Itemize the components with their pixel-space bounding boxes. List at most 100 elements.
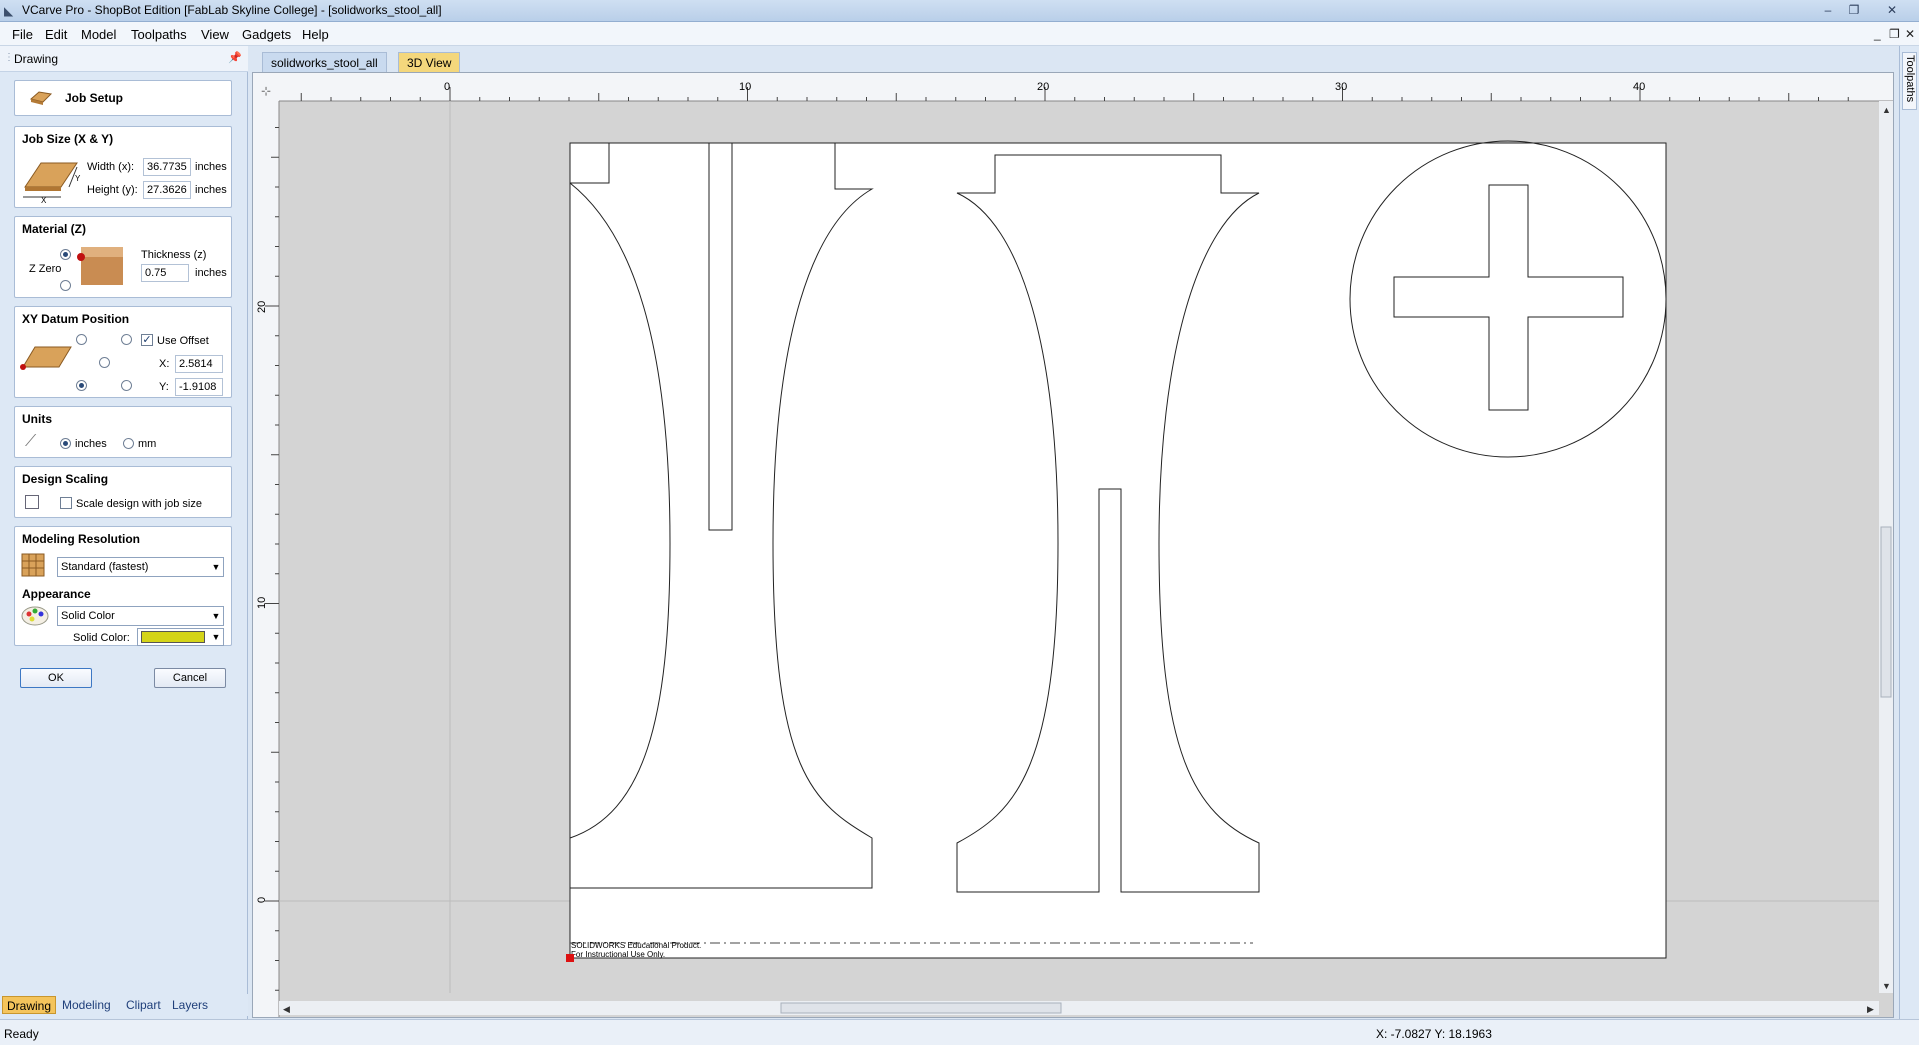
appearance-select[interactable]: Solid Color ▼ (57, 606, 224, 626)
ruler-label-40: 40 (1633, 81, 1645, 93)
units-title: Units (22, 412, 52, 426)
panel-tabs: Drawing Modeling Clipart Layers (0, 994, 248, 1016)
palette-icon (21, 606, 49, 626)
units-inches-radio[interactable] (60, 438, 71, 449)
menu-file[interactable]: File (12, 27, 33, 42)
datum-origin-marker (566, 954, 574, 962)
appearance-selected: Solid Color (61, 610, 115, 622)
offset-y-label: Y: (159, 381, 169, 393)
tab-3d-view[interactable]: 3D View (398, 52, 461, 72)
scaling-title: Design Scaling (22, 472, 109, 486)
datum-top-left-radio[interactable] (76, 334, 87, 345)
solid-color-label: Solid Color: (73, 632, 130, 644)
drawing-panel: ⋮ Drawing 📌 Job Setup Job Size (X & Y) X… (0, 46, 248, 1019)
horizontal-scroll-thumb[interactable] (780, 1002, 1062, 1014)
menu-view[interactable]: View (201, 27, 229, 42)
job-size-section: Job Size (X & Y) X Y Width (x): 36.7735 … (14, 126, 232, 208)
job-setup-title: Job Setup (65, 91, 124, 105)
offset-y-input[interactable]: -1.9108 (175, 378, 223, 396)
maximize-icon[interactable]: ❐ (1842, 2, 1866, 19)
resolution-title: Modeling Resolution (22, 532, 140, 546)
units-mm-label: mm (138, 438, 157, 450)
scroll-right-icon[interactable]: ▶ (1867, 1004, 1874, 1014)
scaling-section: Design Scaling Scale design with job siz… (14, 466, 232, 518)
vertical-scroll-thumb[interactable] (1880, 526, 1892, 698)
scale-design-label: Scale design with job size (76, 498, 202, 510)
tab-clipart[interactable]: Clipart (122, 996, 165, 1014)
app-icon: ◣ (4, 4, 14, 18)
close-icon[interactable]: ✕ (1880, 2, 1904, 19)
thickness-input[interactable]: 0.75 (141, 264, 189, 282)
scroll-down-icon[interactable]: ▼ (1882, 981, 1891, 991)
watermark-line-2: For Instructional Use Only. (571, 950, 665, 959)
use-offset-label: Use Offset (157, 335, 209, 347)
menu-model[interactable]: Model (81, 27, 116, 42)
resolution-selected: Standard (fastest) (61, 561, 149, 573)
datum-bottom-right-radio[interactable] (121, 380, 132, 391)
drawing-viewport[interactable]: 0 10 20 30 40 20 10 0 ⊹ SOLIDWORKS Educa… (252, 72, 1894, 1018)
ok-button[interactable]: OK (20, 668, 92, 688)
mdi-restore-icon[interactable]: ❐ (1889, 27, 1900, 41)
appearance-title: Appearance (22, 587, 91, 601)
material-thickness-icon (77, 247, 123, 285)
ruler-label-v10: 10 (256, 597, 268, 609)
width-label: Width (x): (87, 161, 135, 173)
ruler-label-0: 0 (444, 81, 450, 93)
menu-edit[interactable]: Edit (45, 27, 67, 42)
cancel-button[interactable]: Cancel (154, 668, 226, 688)
job-size-icon: X Y (23, 162, 81, 203)
zzero-top-radio[interactable] (60, 249, 71, 260)
mdi-close-icon[interactable]: ✕ (1905, 27, 1915, 41)
grip-icon: ⋮ (4, 52, 14, 63)
units-inches-label: inches (75, 438, 107, 450)
menu-help[interactable]: Help (302, 27, 329, 42)
toolpaths-tab-label: Toolpaths (1904, 55, 1916, 103)
job-setup-header: Job Setup (14, 80, 232, 116)
scroll-up-icon[interactable]: ▲ (1882, 105, 1891, 115)
tab-document[interactable]: solidworks_stool_all (262, 52, 387, 72)
mdi-minimize-icon[interactable]: _ (1874, 27, 1881, 41)
units-section: Units ⟋ inches mm (14, 406, 232, 458)
use-offset-checkbox[interactable]: ✓ (141, 334, 153, 346)
scale-design-checkbox[interactable] (60, 497, 72, 509)
horizontal-scrollbar[interactable] (279, 1001, 1879, 1015)
tab-modeling[interactable]: Modeling (58, 996, 115, 1014)
ruler-label-20: 20 (1037, 81, 1049, 93)
thickness-unit: inches (195, 267, 227, 279)
tab-drawing[interactable]: Drawing (2, 996, 57, 1014)
tab-toolpaths[interactable]: Toolpaths (1902, 52, 1917, 110)
zzero-bottom-radio[interactable] (60, 280, 71, 291)
datum-top-right-radio[interactable] (121, 334, 132, 345)
offset-x-label: X: (159, 358, 170, 370)
resolution-grid-icon (21, 553, 45, 577)
datum-bottom-left-radio[interactable] (76, 380, 87, 391)
watermark-line-1: SOLIDWORKS Educational Product. (571, 941, 701, 950)
toolpaths-strip: Toolpaths (1899, 46, 1919, 1019)
height-input[interactable]: 27.3626 (143, 181, 191, 199)
ruler-icon: ⟋ (25, 433, 37, 450)
zzero-label: Z Zero (29, 263, 62, 275)
viewport-canvas[interactable]: 0 10 20 30 40 20 10 0 ⊹ SOLIDWORKS Educa… (253, 73, 1893, 1017)
scroll-left-icon[interactable]: ◀ (283, 1004, 290, 1014)
vertical-ruler (253, 73, 279, 1017)
offset-x-input[interactable]: 2.5814 (175, 355, 223, 373)
width-input[interactable]: 36.7735 (143, 158, 191, 176)
width-unit: inches (195, 161, 227, 173)
horizontal-ruler (253, 73, 1893, 101)
pin-icon[interactable]: 📌 (228, 51, 242, 64)
menu-toolpaths[interactable]: Toolpaths (131, 27, 187, 42)
units-mm-radio[interactable] (123, 438, 134, 449)
document-tabs: solidworks_stool_all 3D View (250, 52, 1890, 72)
material-title: Material (Z) (22, 222, 87, 236)
resolution-select[interactable]: Standard (fastest) ▼ (57, 557, 224, 577)
solid-color-picker[interactable]: ▼ (137, 628, 224, 646)
height-unit: inches (195, 184, 227, 196)
material-block-icon (29, 91, 53, 105)
menu-gadgets[interactable]: Gadgets (242, 27, 291, 42)
datum-center-radio[interactable] (99, 357, 110, 368)
ruler-label-10: 10 (739, 81, 751, 93)
chevron-down-icon: ▼ (211, 562, 221, 572)
minimize-icon[interactable]: – (1816, 2, 1840, 19)
tab-layers[interactable]: Layers (168, 996, 212, 1014)
cursor-coordinates: X: -7.0827 Y: 18.1963 (1376, 1027, 1492, 1041)
